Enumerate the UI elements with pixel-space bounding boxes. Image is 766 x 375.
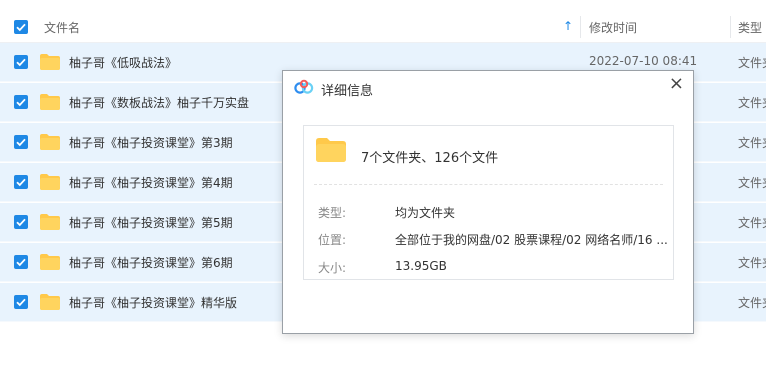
- column-divider[interactable]: [580, 16, 581, 38]
- dialog-title: 详细信息: [321, 84, 374, 99]
- type-value: 均为文件夹: [395, 206, 456, 220]
- file-name[interactable]: 柚子哥《数板战法》柚子千万实盘: [69, 94, 249, 111]
- file-modified: 2022-07-10 08:41: [589, 54, 698, 68]
- close-icon[interactable]: ×: [669, 73, 684, 94]
- folder-icon: [39, 53, 61, 74]
- type-label: 类型:: [318, 206, 347, 220]
- divider: [314, 184, 663, 185]
- row-checkbox[interactable]: [14, 135, 28, 149]
- file-name[interactable]: 柚子哥《柚子投资课堂》第6期: [69, 254, 233, 271]
- select-all-checkbox[interactable]: [14, 20, 28, 34]
- details-panel: 7个文件夹、126个文件 类型: 均为文件夹 位置: 全部位于我的网盘/02 股…: [303, 125, 674, 280]
- column-header-name[interactable]: 文件名: [44, 19, 80, 36]
- selection-summary: 7个文件夹、126个文件: [361, 151, 499, 166]
- location-value: 全部位于我的网盘/02 股票课程/02 网络名师/16 ...: [395, 233, 668, 247]
- folder-icon: [39, 293, 61, 314]
- file-type: 文件夹: [738, 96, 766, 110]
- file-type: 文件夹: [738, 296, 766, 310]
- file-name[interactable]: 柚子哥《柚子投资课堂》精华版: [69, 294, 237, 311]
- sort-ascending-icon[interactable]: ↑: [563, 19, 573, 33]
- folder-icon: [39, 93, 61, 114]
- file-type: 文件夹: [738, 56, 766, 70]
- file-name[interactable]: 柚子哥《柚子投资课堂》第3期: [69, 134, 233, 151]
- folder-icon: [39, 133, 61, 154]
- row-checkbox[interactable]: [14, 295, 28, 309]
- column-header-type[interactable]: 类型: [738, 19, 762, 36]
- folder-icon: [39, 173, 61, 194]
- file-name[interactable]: 柚子哥《柚子投资课堂》第4期: [69, 174, 233, 191]
- row-checkbox[interactable]: [14, 95, 28, 109]
- location-label: 位置:: [318, 233, 347, 247]
- file-type: 文件夹: [738, 216, 766, 230]
- column-divider[interactable]: [730, 16, 731, 38]
- row-checkbox[interactable]: [14, 55, 28, 69]
- size-value: 13.95GB: [395, 259, 447, 273]
- row-checkbox[interactable]: [14, 175, 28, 189]
- file-name[interactable]: 柚子哥《低吸战法》: [69, 54, 177, 71]
- folder-icon: [314, 136, 348, 167]
- file-list-header: 文件名 ↑ 修改时间 类型: [0, 12, 766, 43]
- file-type: 文件夹: [738, 136, 766, 150]
- file-type: 文件夹: [738, 256, 766, 270]
- cloud-logo-icon: [293, 79, 315, 100]
- file-name[interactable]: 柚子哥《柚子投资课堂》第5期: [69, 214, 233, 231]
- size-label: 大小:: [318, 261, 347, 275]
- details-dialog: 详细信息 × 7个文件夹、126个文件 类型: 均为文件夹 位置: 全部位于我的…: [282, 70, 694, 334]
- folder-icon: [39, 213, 61, 234]
- row-checkbox[interactable]: [14, 215, 28, 229]
- row-checkbox[interactable]: [14, 255, 28, 269]
- folder-icon: [39, 253, 61, 274]
- file-type: 文件夹: [738, 176, 766, 190]
- column-header-modified[interactable]: 修改时间: [589, 19, 637, 36]
- dialog-titlebar[interactable]: 详细信息 ×: [283, 71, 693, 107]
